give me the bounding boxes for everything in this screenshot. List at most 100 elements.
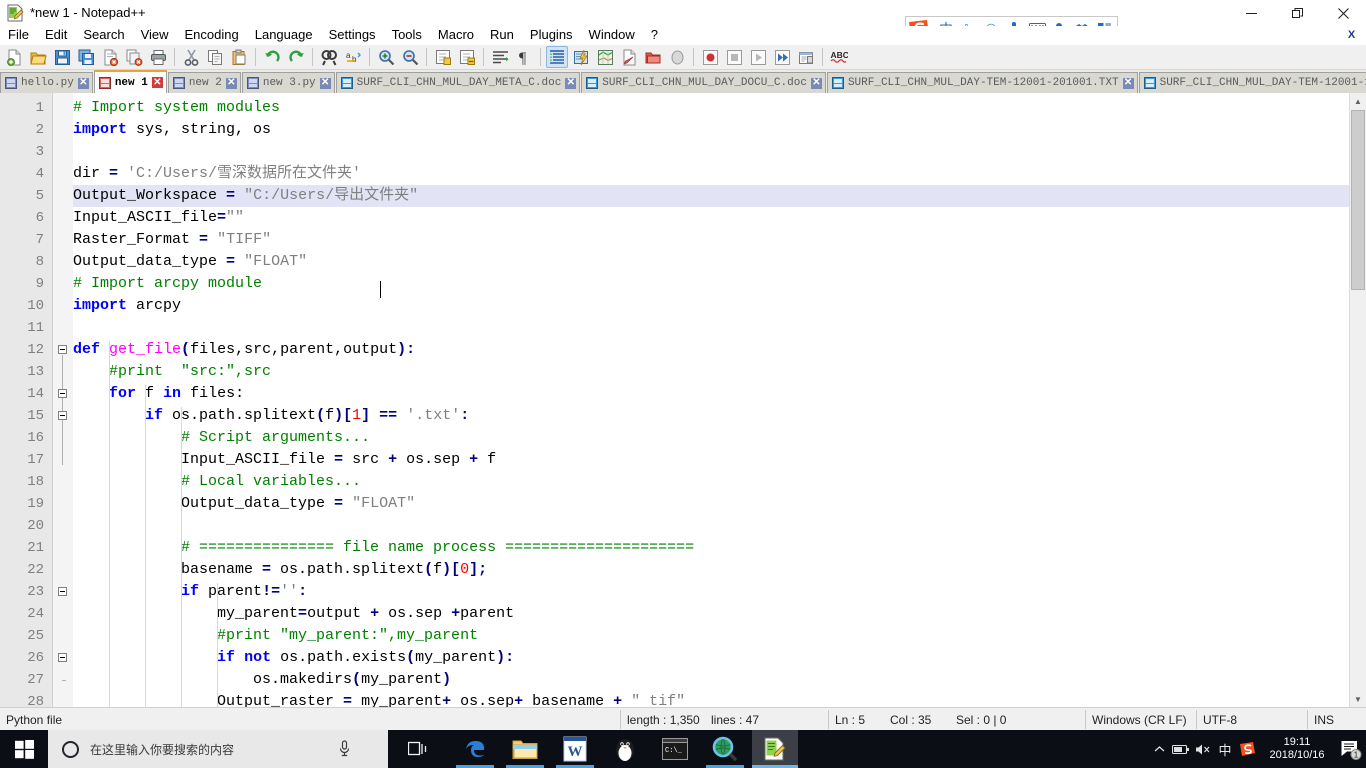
save-all-icon[interactable] — [75, 46, 97, 68]
code-line[interactable]: dir = 'C:/Users/雪深数据所在文件夹' — [73, 163, 361, 185]
code-line[interactable]: #print "src:",src — [73, 361, 271, 383]
tray-up-arrow-icon[interactable] — [1148, 730, 1170, 768]
microphone-icon[interactable] — [338, 740, 352, 758]
tab-close-icon[interactable]: ✕ — [565, 77, 577, 89]
menu-item-language[interactable]: Language — [247, 26, 321, 45]
print-icon[interactable] — [147, 46, 169, 68]
macro-play-icon[interactable] — [747, 46, 769, 68]
menu-item-search[interactable]: Search — [75, 26, 132, 45]
code-line[interactable]: my_parent=output + os.sep +parent — [73, 603, 514, 625]
tab-close-icon[interactable]: ✕ — [225, 77, 237, 89]
taskbar-app-qq[interactable] — [602, 730, 648, 768]
code-line[interactable]: import arcpy — [73, 295, 181, 317]
copy-icon[interactable] — [204, 46, 226, 68]
status-language[interactable]: Python file — [0, 708, 620, 731]
close-document-button[interactable]: X — [1345, 28, 1358, 41]
tab-surf-tem-201001[interactable]: SURF_CLI_CHN_MUL_DAY-TEM-12001-201001.TX… — [826, 72, 1138, 93]
tab-close-icon[interactable]: ✕ — [810, 77, 822, 89]
code-line[interactable]: Output_data_type = "FLOAT" — [73, 251, 307, 273]
code-line[interactable]: Input_ASCII_file = src + os.sep + f — [73, 449, 496, 471]
undo-icon[interactable] — [261, 46, 283, 68]
code-line[interactable]: Input_ASCII_file="" — [73, 207, 244, 229]
fold-toggle-14[interactable] — [58, 389, 67, 398]
new-file-icon[interactable] — [3, 46, 25, 68]
zoom-out-icon[interactable] — [399, 46, 421, 68]
taskbar-app-microsoft-edge[interactable] — [452, 730, 498, 768]
code-line[interactable]: # Import arcpy module — [73, 273, 262, 295]
menu-item-view[interactable]: View — [133, 26, 177, 45]
code-line[interactable]: import sys, string, os — [73, 119, 271, 141]
menu-item-file[interactable]: File — [0, 26, 37, 45]
code-line[interactable]: if not os.path.exists(my_parent): — [73, 647, 514, 669]
indent-guide-icon[interactable] — [546, 46, 568, 68]
document-list-icon[interactable] — [618, 46, 640, 68]
tray-sogou-icon[interactable] — [1236, 730, 1258, 768]
menu-item-window[interactable]: Window — [581, 26, 643, 45]
minimize-button[interactable] — [1228, 0, 1274, 26]
task-view-button[interactable] — [396, 730, 440, 768]
show-doc-map-icon[interactable] — [594, 46, 616, 68]
menu-item-tools[interactable]: Tools — [384, 26, 430, 45]
macro-record-icon[interactable] — [699, 46, 721, 68]
taskbar-app-microsoft-word[interactable]: W — [552, 730, 598, 768]
status-encoding[interactable]: UTF-8 — [1197, 708, 1307, 731]
menu-item-settings[interactable]: Settings — [321, 26, 384, 45]
tray-ime-chinese-icon[interactable]: 中 — [1214, 730, 1236, 768]
menu-item-run[interactable]: Run — [482, 26, 522, 45]
tab-close-icon[interactable]: ✕ — [319, 77, 331, 89]
code-line[interactable]: Output_Workspace = "C:/Users/导出文件夹" — [73, 185, 418, 207]
taskbar-app-command-prompt[interactable]: C:\_ — [652, 730, 698, 768]
cut-icon[interactable] — [180, 46, 202, 68]
scrollbar-thumb[interactable] — [1351, 110, 1365, 290]
code-line[interactable]: Raster_Format = "TIFF" — [73, 229, 271, 251]
code-editor[interactable]: 1 2 3 4 5 6 7 8 9 10 11 12 13 14 15 16 17 18 19 20 21 22 23 24 2… — [0, 93, 1366, 707]
sync-vertical-scroll-icon[interactable] — [432, 46, 454, 68]
code-line[interactable]: # Script arguments... — [73, 427, 370, 449]
fold-toggle-23[interactable] — [58, 587, 67, 596]
code-line[interactable]: Output_data_type = "FLOAT" — [73, 493, 415, 515]
fold-toggle-12[interactable] — [58, 345, 67, 354]
code-line[interactable]: for f in files: — [73, 383, 244, 405]
tab-close-icon[interactable]: ✕ — [151, 77, 163, 88]
macro-save-icon[interactable] — [795, 46, 817, 68]
code-line[interactable] — [73, 317, 82, 339]
code-line[interactable]: # Import system modules — [73, 97, 280, 119]
save-file-icon[interactable] — [51, 46, 73, 68]
close-all-icon[interactable] — [123, 46, 145, 68]
code-line[interactable]: Output_raster = my_parent+ os.sep+ basen… — [73, 691, 685, 707]
open-file-icon[interactable] — [27, 46, 49, 68]
menu-item-edit[interactable]: Edit — [37, 26, 75, 45]
code-line[interactable]: os.makedirs(my_parent) — [73, 669, 451, 691]
code-folding-gutter[interactable] — [53, 93, 73, 707]
tab-hello-py[interactable]: hello.py ✕ — [0, 72, 93, 93]
tab-surf-docu-doc[interactable]: SURF_CLI_CHN_MUL_DAY_DOCU_C.doc ✕ — [581, 72, 826, 93]
taskbar-search-box[interactable]: 在这里输入你要搜索的内容 — [48, 730, 388, 768]
menu-item-macro[interactable]: Macro — [430, 26, 482, 45]
status-insert-mode[interactable]: INS — [1308, 708, 1366, 731]
tray-battery-icon[interactable] — [1170, 730, 1192, 768]
redo-icon[interactable] — [285, 46, 307, 68]
code-line[interactable]: #print "my_parent:",my_parent — [73, 625, 478, 647]
close-file-icon[interactable] — [99, 46, 121, 68]
function-list-icon[interactable] — [642, 46, 664, 68]
taskbar-app-file-explorer[interactable] — [502, 730, 548, 768]
menu-item-help[interactable]: ? — [643, 26, 666, 45]
tab-close-icon[interactable]: ✕ — [1122, 77, 1134, 89]
user-defined-dialog-icon[interactable] — [570, 46, 592, 68]
code-line[interactable]: # =============== file name process ====… — [73, 537, 694, 559]
tab-surf-tem-195103[interactable]: SURF_CLI_CHN_MUL_DAY-TEM-12001-195103.TX… — [1138, 72, 1366, 93]
tab-surf-meta-doc[interactable]: SURF_CLI_CHN_MUL_DAY_META_C.doc ✕ — [335, 72, 581, 93]
close-window-button[interactable] — [1320, 0, 1366, 26]
tab-new-2[interactable]: new 2 ✕ — [167, 72, 241, 93]
macro-stop-icon[interactable] — [723, 46, 745, 68]
code-line[interactable]: def get_file(files,src,parent,output): — [73, 339, 415, 361]
taskbar-clock[interactable]: 19:11 2018/10/16 — [1258, 730, 1336, 768]
code-text-area[interactable]: # Import system modules import sys, strin… — [73, 93, 1350, 707]
tab-new-1[interactable]: new 1 ✕ — [93, 70, 167, 93]
maximize-button[interactable] — [1274, 0, 1320, 26]
macro-play-multiple-icon[interactable] — [771, 46, 793, 68]
folder-as-workspace-icon[interactable] — [666, 46, 688, 68]
fold-toggle-26[interactable] — [58, 653, 67, 662]
notification-center-button[interactable]: 1 — [1336, 730, 1366, 768]
tray-volume-muted-icon[interactable] — [1192, 730, 1214, 768]
